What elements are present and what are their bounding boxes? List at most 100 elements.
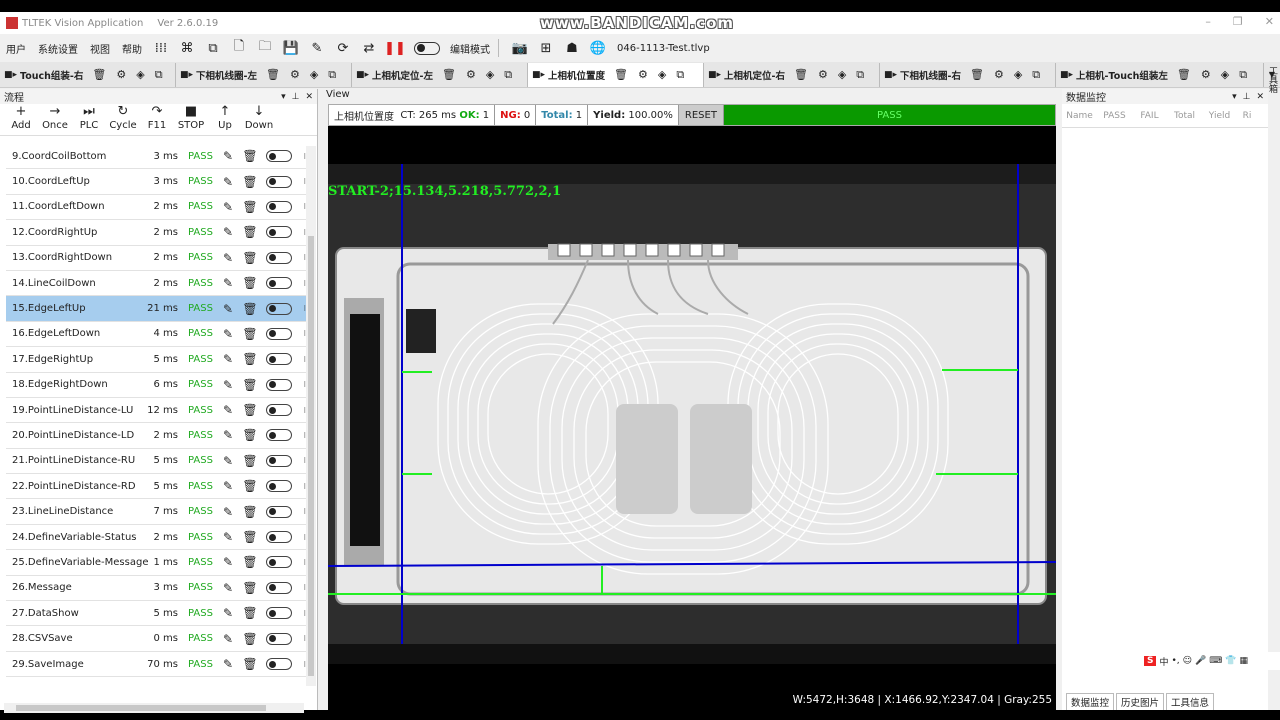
- pencil-icon[interactable]: ✎: [218, 175, 238, 189]
- step-enable-toggle[interactable]: [266, 429, 292, 442]
- layers-icon[interactable]: ◈: [838, 68, 846, 81]
- column-header[interactable]: Ri: [1237, 111, 1257, 121]
- cycle-button[interactable]: ↻ Cycle: [107, 104, 139, 131]
- save-icon[interactable]: 💾: [282, 39, 300, 57]
- tab-touch-assembly-right[interactable]: ■▸ Touch组装-右 🗑 ⚙ ◈ ⧉: [0, 62, 176, 87]
- trash-icon[interactable]: 🗑: [1177, 68, 1191, 81]
- panel-close-icon[interactable]: ✕: [1256, 92, 1264, 102]
- gear-icon[interactable]: ⚙: [638, 68, 648, 81]
- step-enable-toggle[interactable]: [266, 531, 292, 544]
- row-more-icon[interactable]: ⁝: [298, 634, 306, 643]
- row-more-icon[interactable]: ⁝: [298, 431, 306, 440]
- step-enable-toggle[interactable]: [266, 404, 292, 417]
- menu-system-settings[interactable]: 系统设置: [32, 41, 84, 56]
- pencil-icon[interactable]: ✎: [218, 327, 238, 341]
- tab-upper-position-degree[interactable]: ■▸ 上相机位置度 🗑 ⚙ ◈ ⧉: [528, 62, 704, 87]
- row-more-icon[interactable]: ⁝: [298, 507, 306, 516]
- trash-icon[interactable]: 🗑: [442, 68, 456, 81]
- globe-icon[interactable]: 🌐: [589, 39, 607, 57]
- layers-icon[interactable]: ◈: [1014, 68, 1022, 81]
- row-more-icon[interactable]: ⁝: [298, 152, 306, 161]
- reset-button[interactable]: RESET: [678, 105, 724, 125]
- flow-step-row[interactable]: 13.CoordRightDown 2 ms PASS ✎ 🗑 ⁝: [6, 246, 306, 271]
- pencil-icon[interactable]: ✎: [218, 225, 238, 239]
- layers-icon[interactable]: ◈: [136, 68, 144, 81]
- menu-view[interactable]: 视图: [84, 41, 116, 56]
- copy-icon[interactable]: ⧉: [676, 68, 684, 82]
- row-more-icon[interactable]: ⁝: [298, 533, 306, 542]
- step-enable-toggle[interactable]: [266, 175, 292, 188]
- flow-step-row[interactable]: 19.PointLineDistance-LU 12 ms PASS ✎ 🗑 ⁝: [6, 398, 306, 424]
- row-more-icon[interactable]: ⁝: [298, 482, 306, 491]
- grid-icon[interactable]: ⁞⁞⁞: [152, 39, 170, 57]
- trash-icon[interactable]: 🗑: [238, 327, 262, 341]
- scroll-thumb[interactable]: [308, 236, 314, 676]
- close-button[interactable]: ✕: [1265, 15, 1274, 28]
- trash-icon[interactable]: 🗑: [238, 302, 262, 316]
- trash-icon[interactable]: 🗑: [238, 225, 262, 239]
- trash-icon[interactable]: 🗑: [238, 454, 262, 468]
- flow-step-row[interactable]: 28.CSVSave 0 ms PASS ✎ 🗑 ⁝: [6, 626, 306, 652]
- pencil-icon[interactable]: ✎: [218, 428, 238, 442]
- gear-icon[interactable]: ⚙: [818, 68, 828, 81]
- column-header[interactable]: PASS: [1097, 111, 1132, 121]
- layers-icon[interactable]: ◈: [658, 68, 666, 81]
- layers-icon[interactable]: ◈: [310, 68, 318, 81]
- menu-user[interactable]: 用户: [0, 41, 32, 56]
- tab-data-monitor[interactable]: 数据监控: [1066, 693, 1115, 710]
- trash-icon[interactable]: 🗑: [238, 352, 262, 366]
- copy-icon[interactable]: ⧉: [204, 39, 222, 57]
- pencil-icon[interactable]: ✎: [218, 581, 238, 595]
- flow-horizontal-scrollbar[interactable]: [4, 703, 304, 713]
- flow-step-row[interactable]: 27.DataShow 5 ms PASS ✎ 🗑 ⁝: [6, 601, 306, 627]
- pencil-icon[interactable]: ✎: [218, 454, 238, 468]
- trash-icon[interactable]: 🗑: [238, 175, 262, 189]
- row-more-icon[interactable]: ⁝: [298, 583, 306, 592]
- trash-icon[interactable]: 🗑: [238, 479, 262, 493]
- trash-icon[interactable]: 🗑: [238, 555, 262, 569]
- maximize-button[interactable]: ❐: [1233, 15, 1243, 28]
- flow-step-row[interactable]: 20.PointLineDistance-LD 2 ms PASS ✎ 🗑 ⁝: [6, 423, 306, 449]
- copy-icon[interactable]: ⧉: [504, 68, 512, 82]
- column-header[interactable]: Yield: [1202, 111, 1237, 121]
- row-more-icon[interactable]: ⁝: [298, 304, 306, 313]
- step-enable-toggle[interactable]: [266, 251, 292, 264]
- copy-icon[interactable]: ⧉: [155, 68, 163, 82]
- scroll-thumb[interactable]: [16, 705, 266, 711]
- column-header[interactable]: FAIL: [1132, 111, 1167, 121]
- flow-step-row[interactable]: 12.CoordRightUp 2 ms PASS ✎ 🗑 ⁝: [6, 220, 306, 246]
- pencil-icon[interactable]: ✎: [218, 302, 238, 316]
- row-more-icon[interactable]: ⁝: [298, 380, 306, 389]
- tab-lower-coil-right[interactable]: ■▸ 下相机线圈-右 🗑 ⚙ ◈ ⧉: [880, 62, 1056, 87]
- step-enable-toggle[interactable]: [266, 378, 292, 391]
- microphone-icon[interactable]: 🎤: [1195, 656, 1206, 666]
- grid-icon[interactable]: ▦: [1240, 656, 1249, 666]
- row-more-icon[interactable]: ⁝: [298, 177, 306, 186]
- pencil-icon[interactable]: ✎: [218, 555, 238, 569]
- trash-icon[interactable]: 🗑: [238, 581, 262, 595]
- skin-icon[interactable]: 👕: [1225, 656, 1236, 666]
- row-more-icon[interactable]: ⁝: [298, 456, 306, 465]
- gear-icon[interactable]: ⚙: [290, 68, 300, 81]
- step-enable-toggle[interactable]: [266, 556, 292, 569]
- step-enable-toggle[interactable]: [266, 277, 292, 290]
- open-folder-icon[interactable]: 🗀: [256, 39, 274, 57]
- gear-icon[interactable]: ⚙: [116, 68, 126, 81]
- keyboard-icon[interactable]: ⌨: [1209, 656, 1222, 666]
- trash-icon[interactable]: 🗑: [238, 505, 262, 519]
- flow-step-row[interactable]: 25.DefineVariable-Message 1 ms PASS ✎ 🗑 ⁝: [6, 550, 306, 576]
- pencil-icon[interactable]: ✎: [218, 657, 238, 671]
- minimize-button[interactable]: –: [1205, 15, 1211, 28]
- device-icon[interactable]: ☗: [563, 39, 581, 57]
- pencil-icon[interactable]: ✎: [218, 352, 238, 366]
- menu-help[interactable]: 帮助: [116, 41, 148, 56]
- tab-history-images[interactable]: 历史图片: [1116, 693, 1165, 710]
- pencil-icon[interactable]: ✎: [218, 505, 238, 519]
- step-enable-toggle[interactable]: [266, 607, 292, 620]
- flow-step-row[interactable]: 15.EdgeLeftUp 21 ms PASS ✎ 🗑 ⁝: [6, 296, 306, 322]
- step-enable-toggle[interactable]: [266, 632, 292, 645]
- pin-icon[interactable]: ⊥: [1243, 92, 1251, 102]
- ime-logo-icon[interactable]: S: [1144, 656, 1157, 666]
- flow-step-row[interactable]: 21.PointLineDistance-RU 5 ms PASS ✎ 🗑 ⁝: [6, 449, 306, 475]
- network-icon[interactable]: ⊞: [537, 39, 555, 57]
